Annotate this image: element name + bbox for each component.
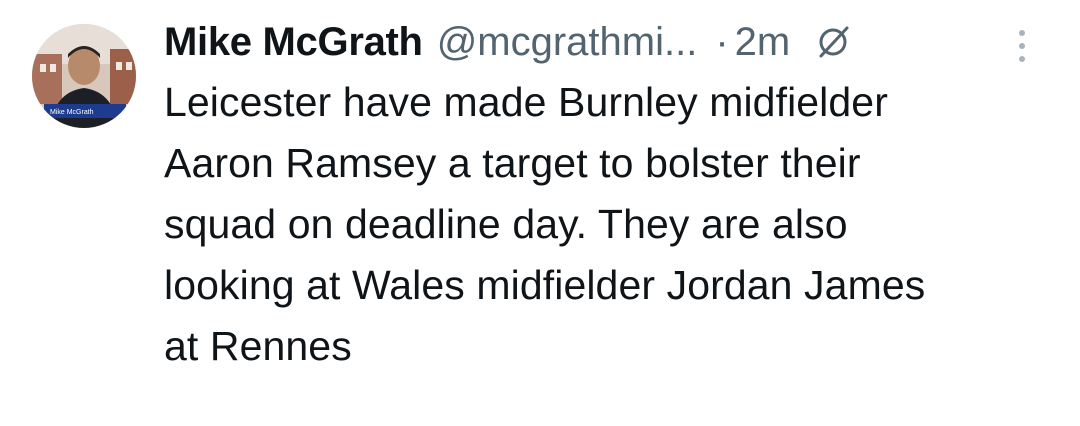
author-handle[interactable]: @mcgrathmi... [437, 20, 698, 65]
avatar-caption: Mike McGrath [50, 109, 94, 116]
more-dot [1019, 43, 1025, 49]
tweet-header: Mike McGrath @mcgrathmi... · 2m [164, 14, 852, 70]
separator-dot: · [715, 19, 729, 64]
avatar-image: Mike McGrath [32, 24, 136, 128]
more-dot [1019, 30, 1025, 36]
tweet-body-text: Leicester have made Burnley midfielder A… [164, 79, 926, 369]
author-avatar[interactable]: Mike McGrath [32, 24, 136, 128]
grok-slash-icon[interactable] [814, 23, 852, 61]
author-display-name[interactable]: Mike McGrath [164, 20, 423, 65]
more-options-icon[interactable] [1010, 26, 1034, 66]
tweet-timestamp[interactable]: 2m [735, 20, 791, 65]
more-dot [1019, 56, 1025, 62]
